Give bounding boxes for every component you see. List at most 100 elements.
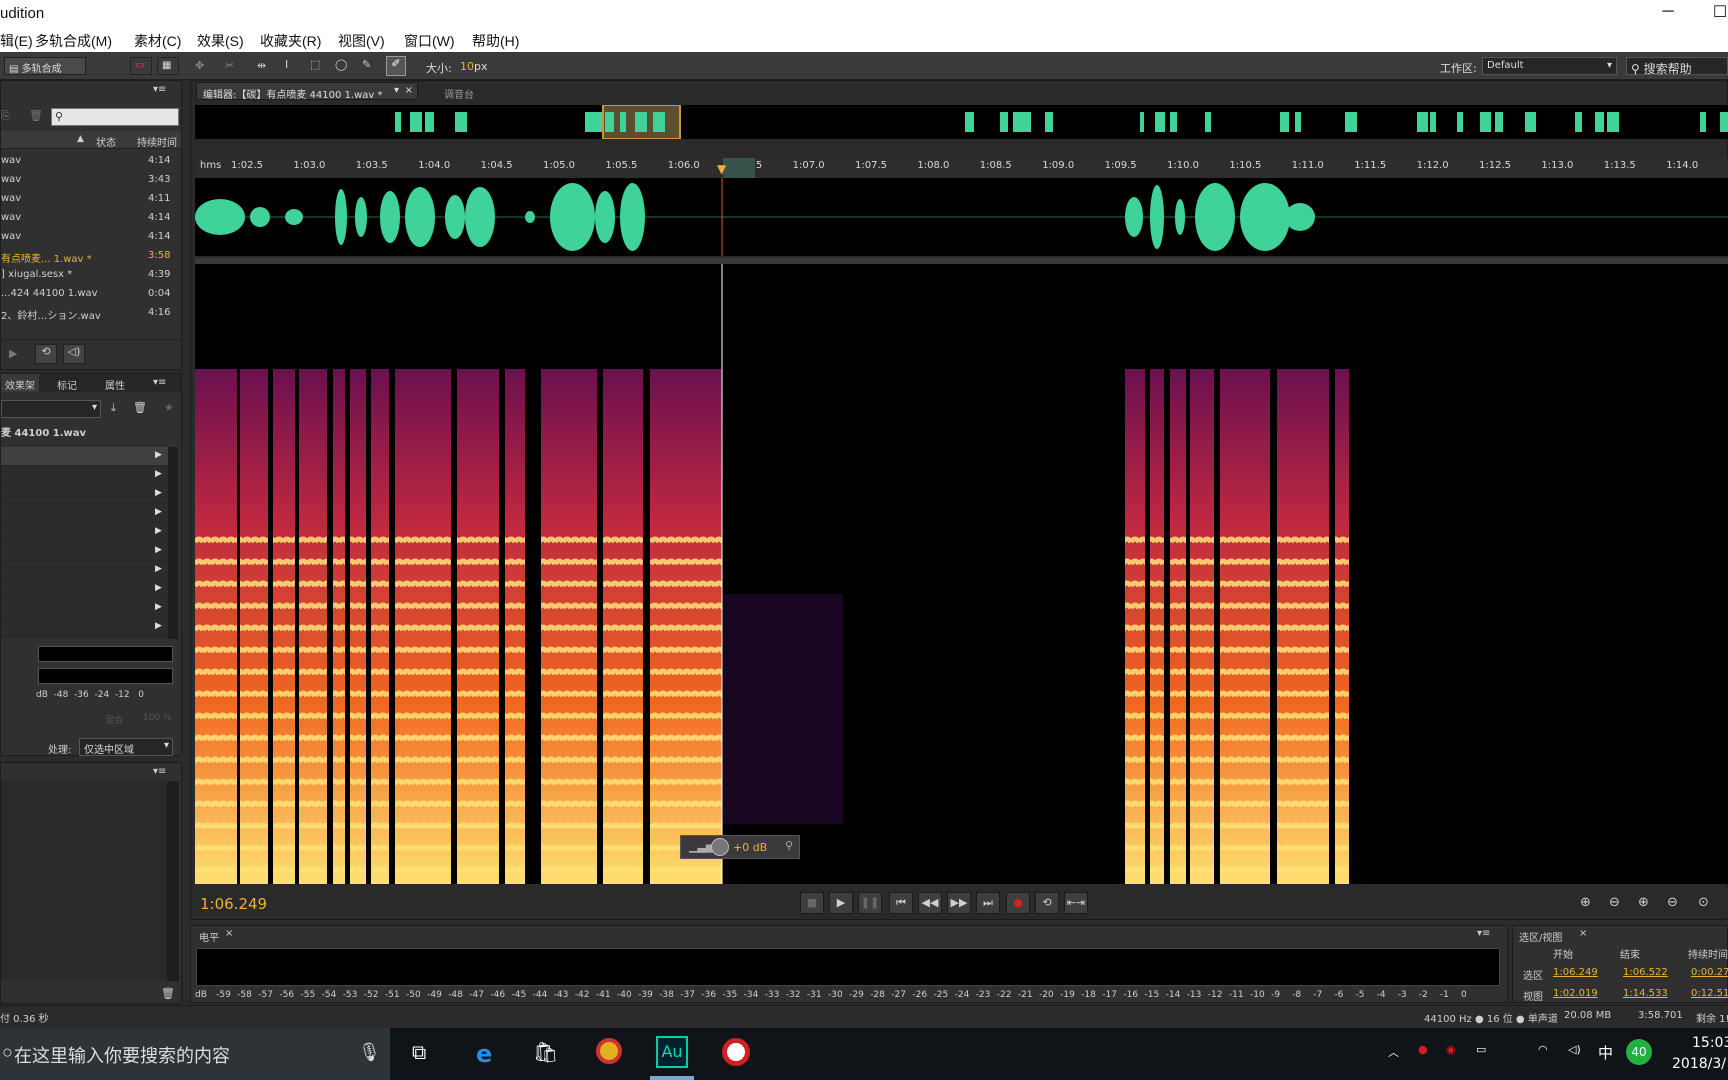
skip-silence-button[interactable]: ⇤⇥ (1064, 892, 1088, 914)
effects-scrollbar[interactable] (168, 447, 178, 639)
col-status[interactable]: 状态 (96, 134, 116, 149)
tab-selection-view[interactable]: 选区/视图 (1519, 929, 1562, 944)
move-tool-icon[interactable]: ✥ (195, 59, 204, 72)
view-duration[interactable]: 0:12.513 (1691, 988, 1728, 999)
history-scrollbar[interactable] (167, 781, 179, 981)
waveform-view-button[interactable]: ▭ (130, 57, 152, 75)
razor-tool-icon[interactable]: ✂ (225, 59, 234, 72)
effect-slot[interactable]: ▶ (1, 447, 171, 466)
effect-slot[interactable]: ▶ (1, 504, 171, 523)
size-value[interactable]: 10 (460, 60, 474, 73)
selection-end[interactable]: 1:06.522 (1623, 967, 1668, 978)
menu-help[interactable]: 帮助(H) (472, 31, 519, 51)
file-row[interactable]: wav 3:43 (1, 171, 179, 190)
time-select-tool-icon[interactable]: Ⅰ (285, 58, 288, 71)
stop-button[interactable]: ■ (800, 892, 824, 914)
delete-preset-icon[interactable]: 🗑 (133, 401, 147, 414)
selection-start[interactable]: 1:06.249 (1553, 967, 1598, 978)
lasso-tool-icon[interactable]: ◯ (335, 58, 347, 71)
overview-strip[interactable] (195, 104, 1728, 140)
close-icon[interactable]: × (405, 85, 413, 96)
edge-icon[interactable]: e (476, 1040, 492, 1068)
trash-icon[interactable]: 🗑 (161, 987, 175, 1000)
play-icon[interactable]: ▶ (9, 347, 17, 360)
process-select[interactable]: 仅选中区域 ▾ (79, 738, 173, 756)
effect-slot[interactable]: ▶ (1, 485, 171, 504)
audition-icon[interactable]: Au (656, 1036, 688, 1068)
pause-button[interactable]: ❚❚ (858, 892, 882, 914)
spectral-view-button[interactable]: ▦ (157, 57, 179, 75)
trash-icon[interactable]: 🗑 (29, 109, 43, 122)
gain-value[interactable]: +0 dB (733, 841, 767, 854)
tab-effects-rack[interactable]: 效果架 (1, 374, 39, 392)
tab-levels[interactable]: 电平 (199, 929, 219, 944)
effect-slot[interactable]: ▶ (1, 561, 171, 580)
tray-chevron-icon[interactable]: ︿ (1388, 1044, 1399, 1060)
panel-menu-icon[interactable]: ▾≡ (1477, 928, 1490, 939)
maximize-button[interactable]: ☐ (1700, 2, 1728, 22)
skip-start-button[interactable]: ⏮ (889, 892, 913, 914)
zoom-full-icon[interactable]: ⊙ (1698, 895, 1709, 910)
forward-button[interactable]: ▶▶ (947, 892, 971, 914)
effect-slot[interactable]: ▶ (1, 542, 171, 561)
menu-effects[interactable]: 效果(S) (197, 31, 244, 51)
record-button[interactable]: ● (1006, 892, 1030, 914)
menu-favorites[interactable]: 收藏夹(R) (260, 31, 321, 51)
clock-time[interactable]: 15:03 (1692, 1035, 1728, 1051)
task-view-icon[interactable]: ⧉ (412, 1040, 426, 1064)
taskbar-search[interactable]: ○ 在这里输入你要搜索的内容 🎙 (0, 1028, 390, 1080)
save-preset-icon[interactable]: ⤓ (111, 401, 116, 415)
tab-markers[interactable]: 标记 (53, 374, 81, 392)
spectral-display[interactable] (195, 264, 1728, 884)
tab-editor[interactable]: 编辑器:【碳】有点喷麦 44100 1.wav * ▾ × (196, 82, 418, 101)
file-row[interactable]: wav 4:14 (1, 152, 179, 171)
notification-badge[interactable]: 40 (1626, 1039, 1652, 1065)
store-icon[interactable]: 🛍 (533, 1040, 558, 1064)
file-row[interactable]: 2、鈴村…ション.wav 4:16 (1, 304, 179, 323)
effect-slot[interactable]: ▶ (1, 523, 171, 542)
file-row[interactable]: ] xiugal.sesx * 4:39 (1, 266, 179, 285)
pin-icon[interactable]: ⚲ (785, 839, 793, 852)
tray-app-icon[interactable]: ◉ (1446, 1043, 1456, 1056)
rewind-button[interactable]: ◀◀ (918, 892, 942, 914)
panel-menu-icon[interactable]: ▾≡ (153, 84, 166, 95)
sort-up-icon[interactable]: ▲ (77, 134, 84, 144)
view-start[interactable]: 1:02.019 (1553, 988, 1598, 999)
close-icon[interactable]: × (1579, 928, 1587, 939)
menu-clip[interactable]: 素材(C) (134, 31, 181, 51)
chrome-icon[interactable] (596, 1038, 622, 1064)
clock-date[interactable]: 2018/3/ (1672, 1056, 1726, 1072)
file-search-input[interactable]: ⚲ (51, 108, 179, 126)
file-row[interactable]: wav 4:11 (1, 190, 179, 209)
gain-hud[interactable]: ▁▃▅ +0 dB ⚲ (680, 835, 800, 859)
play-button[interactable]: ▶ (829, 892, 853, 914)
menu-view[interactable]: 视图(V) (338, 31, 385, 51)
file-row-active[interactable]: 有点喷麦... 1.wav * 3:58 (1, 247, 179, 266)
brush-tool-icon[interactable]: ✎ (362, 58, 371, 71)
loop-icon[interactable]: ⟲ (35, 344, 57, 364)
panel-menu-icon[interactable]: ▾≡ (153, 377, 166, 388)
help-search-input[interactable]: ⚲ 搜索帮助 (1626, 57, 1728, 76)
slip-tool-icon[interactable]: ⇹ (257, 59, 266, 72)
import-icon[interactable]: ⎘ (1, 109, 10, 123)
zoom-in-amplitude-icon[interactable]: ⊕ (1580, 895, 1591, 910)
menu-multitrack[interactable]: 多轨合成(M) (35, 31, 112, 51)
tray-record-icon[interactable]: ● (1418, 1043, 1428, 1056)
tab-mixer[interactable]: 调音台 (444, 86, 474, 101)
current-time[interactable]: 1:06.249 (200, 895, 267, 913)
zoom-in-time-icon[interactable]: ⊕ (1638, 895, 1649, 910)
effect-slot[interactable]: ▶ (1, 618, 171, 637)
effect-slot[interactable]: ▶ (1, 466, 171, 485)
marquee-tool-icon[interactable]: ⬚ (310, 58, 320, 71)
file-row[interactable]: wav 4:14 (1, 228, 179, 247)
file-row[interactable]: ...424 44100 1.wav 0:04 (1, 285, 179, 304)
wifi-icon[interactable]: ◠ (1538, 1043, 1548, 1056)
effect-slot[interactable]: ▶ (1, 580, 171, 599)
battery-icon[interactable]: ▭ (1476, 1043, 1486, 1056)
playhead-marker-icon[interactable]: ▼ (717, 162, 726, 176)
spot-healing-tool-icon[interactable]: ✐ (386, 56, 406, 76)
close-icon[interactable]: × (225, 928, 233, 939)
skip-end-button[interactable]: ⏭ (976, 892, 1000, 914)
recorder-icon[interactable] (722, 1038, 750, 1066)
autoplay-icon[interactable]: ◁) (63, 344, 85, 364)
